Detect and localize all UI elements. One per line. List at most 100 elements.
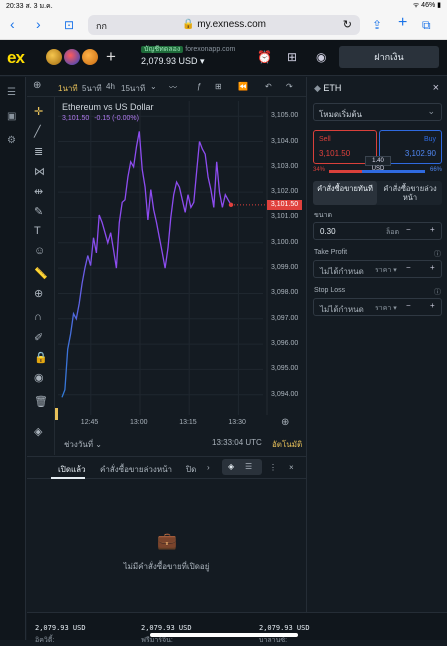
forward-icon[interactable]: › [36,16,41,32]
chart-type-icon[interactable]: 〰 [169,82,177,93]
order-mode-select[interactable]: โหมดเริ่มต้น ⌄ [313,103,442,121]
volume-increase-button[interactable]: + [430,225,435,234]
sentiment-track [329,170,425,173]
layers-icon[interactable]: ◈ [34,425,42,438]
btc-tab-icon[interactable] [82,49,98,65]
new-tab-icon[interactable]: + [398,14,407,32]
stop-loss-decrease-button[interactable]: − [406,301,411,310]
pattern-icon[interactable]: ⋈ [34,165,45,178]
order-symbol: ◆ ETH [314,83,341,94]
pencil-lock-icon[interactable]: ✐ [34,331,43,344]
back-icon[interactable]: ‹ [10,16,15,32]
y-tick-label: 3,095.00 [271,365,299,373]
tabs-icon[interactable]: ⧉ [422,18,431,33]
list-view-icon[interactable]: ◈ [228,462,234,471]
tab-pending-order[interactable]: คำสั่งซื้อขายล่วงหน้า [378,181,442,205]
reload-icon[interactable]: ↻ [343,18,352,31]
undo-icon[interactable]: ↶ [265,82,272,91]
free-margin-value: 2,079.93 USD [141,624,192,632]
y-tick-label: 3,096.00 [271,340,299,348]
volume-field[interactable]: 0.30 ล็อต − + [313,222,442,240]
y-tick-label: 3,094.00 [271,390,299,398]
bookmarks-icon[interactable]: ⊡ [64,18,74,32]
fib-icon[interactable]: ≣ [34,145,43,158]
take-profit-decrease-button[interactable]: − [406,263,411,272]
trendline-icon[interactable]: ╱ [34,125,41,138]
take-profit-info-icon[interactable]: ⓘ [434,249,441,259]
add-indicator-icon[interactable]: ⊕ [33,80,41,91]
take-profit-unit[interactable]: ราคา ▾ [375,265,397,276]
replay-icon[interactable]: ⏪ [238,82,248,91]
chart-title: Ethereum vs US Dollar [62,102,154,112]
current-price-marker [228,202,234,208]
close-orders-icon[interactable]: × [289,463,294,472]
chart-price: 3,101.50 [62,115,90,122]
lock-icon[interactable]: 🔒 [34,351,48,364]
eye-icon[interactable]: ◉ [34,371,44,384]
redo-icon[interactable]: ↷ [286,82,293,91]
chart-canvas[interactable] [55,97,306,455]
stop-loss-info-icon[interactable]: ⓘ [434,287,441,297]
chart-settings-icon[interactable]: ⊕ [281,417,289,428]
x-tick-label: 13:00 [130,419,148,426]
account-balance[interactable]: 2,079.93 USD ▾ [141,56,205,67]
date-range-button[interactable]: ช่วงวันที่ ⌄ [64,438,102,451]
magnet-icon[interactable]: ∩ [34,311,42,323]
scroll-handle[interactable] [55,408,58,420]
active-tab-underline [51,477,85,479]
url-bar[interactable]: กก 🔒 my.exness.com ↻ [88,15,360,35]
tabs-next-icon[interactable]: › [207,463,210,472]
crosshair-icon[interactable]: ✛ [34,105,43,118]
app-header: ex + บัญชีทดลอง forexonapp.com 2,079.93 … [0,40,447,76]
drawing-tools: ✛ ╱ ≣ ⋈ ⇹ ✎ T ☺ 📏 ⊕ ∩ ✐ 🔒 ◉ 🗑 ◈ [27,97,55,455]
indicators-icon[interactable]: ƒ [197,82,201,91]
account-server: forexonapp.com [185,46,236,53]
tab-pending-orders[interactable]: คำสั่งซื้อขายล่วงหน้า [100,463,172,476]
emoji-icon[interactable]: ☺ [34,245,45,257]
menu-icon[interactable]: ☰ [7,87,16,98]
volume-decrease-button[interactable]: − [406,225,411,234]
flag-tab-icon[interactable] [64,49,80,65]
stop-loss-increase-button[interactable]: + [430,301,435,310]
share-icon[interactable]: ⇪ [372,18,382,32]
exness-logo[interactable]: ex [7,48,25,68]
timeframe-chevron-icon[interactable]: ⌄ [150,82,157,91]
x-tick-label: 13:15 [179,419,197,426]
profile-icon[interactable]: ◉ [316,50,326,64]
take-profit-increase-button[interactable]: + [430,263,435,272]
timeframe-15m[interactable]: 15นาที [121,82,145,95]
brush-icon[interactable]: ✎ [34,205,43,218]
chart-quote: 3,101.50 -0.15 (-0.00%) [62,115,139,122]
account-type[interactable]: บัญชีทดลอง forexonapp.com [141,44,235,55]
stop-loss-unit[interactable]: ราคา ▾ [375,303,397,314]
tab-market-order[interactable]: คำสั่งซื้อขายทันที [313,181,377,205]
coin-tab-icon[interactable] [46,49,62,65]
stop-loss-field[interactable]: ไม่ได้กำหนด ราคา ▾ − + [313,298,442,316]
alarm-icon[interactable]: ⏰ [257,50,272,64]
take-profit-value: ไม่ได้กำหนด [320,267,364,276]
close-icon[interactable]: × [433,82,439,94]
grouped-view-icon[interactable]: ☰ [245,462,252,471]
trash-icon[interactable]: 🗑 [34,395,48,408]
text-icon[interactable]: T [34,225,41,237]
auto-scale-button[interactable]: อัตโนมัติ [272,438,302,451]
timeframe-4h[interactable]: 4h [106,82,115,91]
tab-open-orders[interactable]: เปิดแล้ว [58,463,86,476]
projection-icon[interactable]: ⇹ [34,185,43,198]
add-instrument-button[interactable]: + [106,47,116,67]
layout-icon[interactable]: ⊞ [215,82,222,91]
tab-closed-orders[interactable]: ปิด [186,463,196,476]
browser-toolbar: ‹ › ⊡ กก 🔒 my.exness.com ↻ ⇪ + ⧉ [0,10,447,40]
deposit-button[interactable]: ฝากเงิน [339,46,439,68]
ruler-icon[interactable]: 📏 [34,267,48,280]
zoom-icon[interactable]: ⊕ [34,287,43,300]
more-options-icon[interactable]: ⋮ [269,463,277,472]
timeframe-5m[interactable]: 5นาที [82,82,102,95]
timeframe-1m[interactable]: 1นาที [58,82,78,95]
price-chart[interactable]: Ethereum vs US Dollar 3,101.50 -0.15 (-0… [55,97,306,455]
settings-icon[interactable]: ⚙ [7,135,16,146]
calendar-icon[interactable]: ▣ [7,111,16,122]
take-profit-field[interactable]: ไม่ได้กำหนด ราคา ▾ − + [313,260,442,278]
y-tick-label: 3,105.00 [271,112,299,120]
grid-menu-icon[interactable]: ⊞ [287,50,297,64]
